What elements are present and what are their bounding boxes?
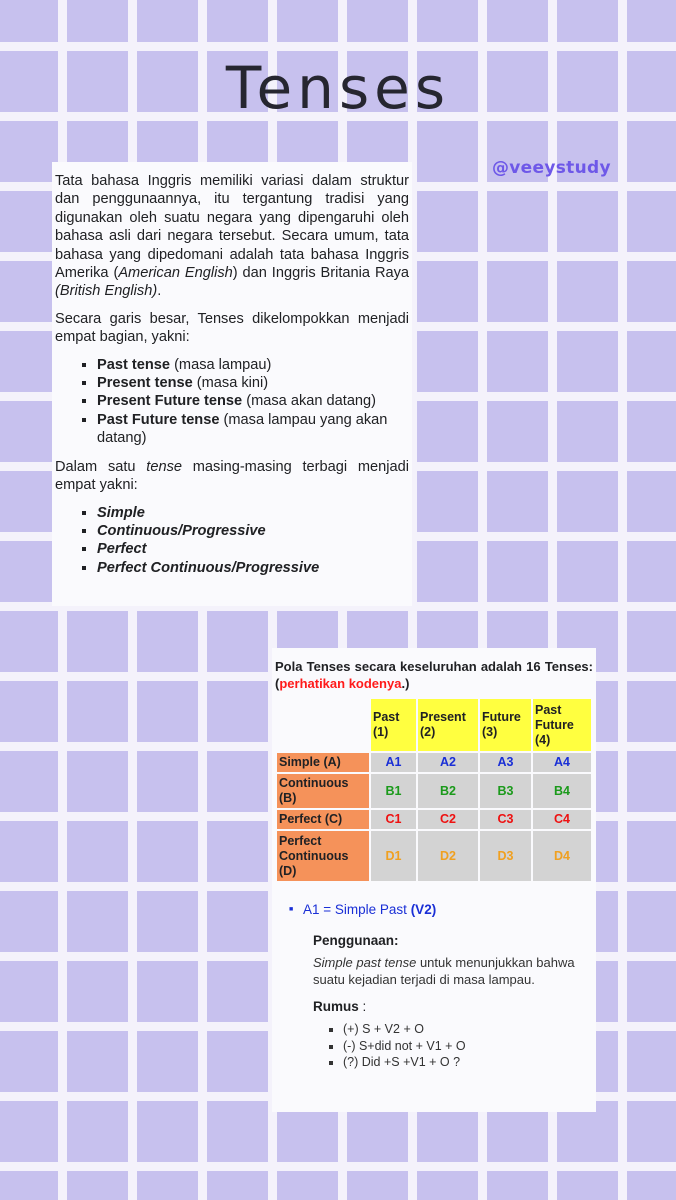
usage-heading: Penggunaan: <box>313 933 399 948</box>
tense-name: Past Future tense <box>97 411 220 428</box>
tense-list: Past tense (masa lampau) Present tense (… <box>55 356 409 448</box>
list-item: (?) Did +S +V1 + O ? <box>343 1054 593 1071</box>
formula-list: (+) S + V2 + O (-) S+did not + V1 + O (?… <box>303 1021 593 1071</box>
aspect-name: Simple <box>97 504 145 521</box>
table-cell: C2 <box>418 810 478 829</box>
table-header-row: Past (1) Present (2) Future (3) Past Fut… <box>277 699 591 751</box>
formula-colon: : <box>358 999 367 1014</box>
usage-text: Simple past tense untuk menunjukkan bahw… <box>313 955 593 988</box>
intro-card: Tata bahasa Inggris memiliki variasi dal… <box>52 162 412 606</box>
pattern-intro: Pola Tenses secara keseluruhan adalah 16… <box>275 658 593 692</box>
list-item: (-) S+did not + V1 + O <box>343 1038 593 1055</box>
column-header: Past (1) <box>371 699 416 751</box>
pattern-intro-highlight: perhatikan kodenya <box>279 676 402 691</box>
formula-label: Rumus <box>313 999 359 1014</box>
list-item: (+) S + V2 + O <box>343 1021 593 1038</box>
tense-desc: (masa kini) <box>192 375 269 392</box>
column-header: Present (2) <box>418 699 478 751</box>
tense-name: Present Future tense <box>97 393 243 410</box>
row-header: Perfect Continuous (D) <box>277 831 369 881</box>
column-header: Past Future (4) <box>533 699 591 751</box>
table-cell: A4 <box>533 753 591 772</box>
list-item: Continuous/Progressive <box>97 522 409 540</box>
tense-name: Past tense <box>97 356 171 373</box>
pattern-intro-text: .) <box>401 676 410 691</box>
aspect-name: Perfect <box>97 541 147 558</box>
groups-paragraph: Secara garis besar, Tenses dikelompokkan… <box>55 310 409 346</box>
usage-term: Simple past tense <box>313 955 417 970</box>
aspects-text-part: Dalam satu <box>55 458 147 475</box>
a1-heading: A1 = Simple Past (V2) <box>289 901 593 918</box>
table-cell: B2 <box>418 774 478 808</box>
list-item: Perfect <box>97 540 409 558</box>
simple-past-section: A1 = Simple Past (V2) Penggunaan: Simple… <box>275 901 593 1071</box>
list-item: Past Future tense (masa lampau yang akan… <box>97 411 409 448</box>
intro-text-part: ) dan Inggris Britania Raya <box>232 265 410 282</box>
tense-table: Past (1) Present (2) Future (3) Past Fut… <box>275 697 593 883</box>
formula-heading: Rumus : <box>313 998 593 1015</box>
column-header: Future (3) <box>480 699 531 751</box>
tense-term: tense <box>146 458 182 475</box>
list-item: Past tense (masa lampau) <box>97 356 409 374</box>
aspect-list: Simple Continuous/Progressive Perfect Pe… <box>55 504 409 578</box>
american-english-term: American English <box>118 265 233 282</box>
page-title: Tenses <box>225 54 451 122</box>
table-cell: B4 <box>533 774 591 808</box>
table-cell: A1 <box>371 753 416 772</box>
aspects-paragraph: Dalam satu tense masing-masing terbagi m… <box>55 458 409 495</box>
table-cell: C1 <box>371 810 416 829</box>
table-cell: D4 <box>533 831 591 881</box>
table-row: Simple (A) A1 A2 A3 A4 <box>277 753 591 772</box>
tense-pattern-card: Pola Tenses secara keseluruhan adalah 16… <box>272 648 596 1112</box>
table-cell: B1 <box>371 774 416 808</box>
tense-desc: (masa akan datang) <box>242 393 377 410</box>
table-cell: D1 <box>371 831 416 881</box>
intro-text-part: . <box>157 283 162 300</box>
table-cell: D3 <box>480 831 531 881</box>
table-row: Perfect Continuous (D) D1 D2 D3 D4 <box>277 831 591 881</box>
tense-name: Present tense <box>97 375 193 392</box>
list-item: Perfect Continuous/Progressive <box>97 559 409 577</box>
table-cell: C4 <box>533 810 591 829</box>
aspect-name: Continuous/Progressive <box>97 522 266 539</box>
table-row: Perfect (C) C1 C2 C3 C4 <box>277 810 591 829</box>
table-row: Continuous (B) B1 B2 B3 B4 <box>277 774 591 808</box>
tense-desc: (masa lampau) <box>170 356 272 373</box>
a1-heading-text: A1 = Simple Past <box>303 902 411 917</box>
table-cell: A3 <box>480 753 531 772</box>
table-cell: C3 <box>480 810 531 829</box>
row-header: Continuous (B) <box>277 774 369 808</box>
list-item: Simple <box>97 504 409 522</box>
table-corner <box>277 699 369 751</box>
row-header: Perfect (C) <box>277 810 369 829</box>
aspect-name: Perfect Continuous/Progressive <box>97 559 320 576</box>
list-item: Present Future tense (masa akan datang) <box>97 392 409 410</box>
table-cell: D2 <box>418 831 478 881</box>
row-header: Simple (A) <box>277 753 369 772</box>
british-english-term: (British English) <box>55 283 158 300</box>
author-handle: @veeystudy <box>492 158 611 178</box>
table-cell: B3 <box>480 774 531 808</box>
list-item: Present tense (masa kini) <box>97 374 409 392</box>
a1-heading-verb: (V2) <box>410 902 437 917</box>
table-cell: A2 <box>418 753 478 772</box>
intro-paragraph: Tata bahasa Inggris memiliki variasi dal… <box>55 172 409 301</box>
